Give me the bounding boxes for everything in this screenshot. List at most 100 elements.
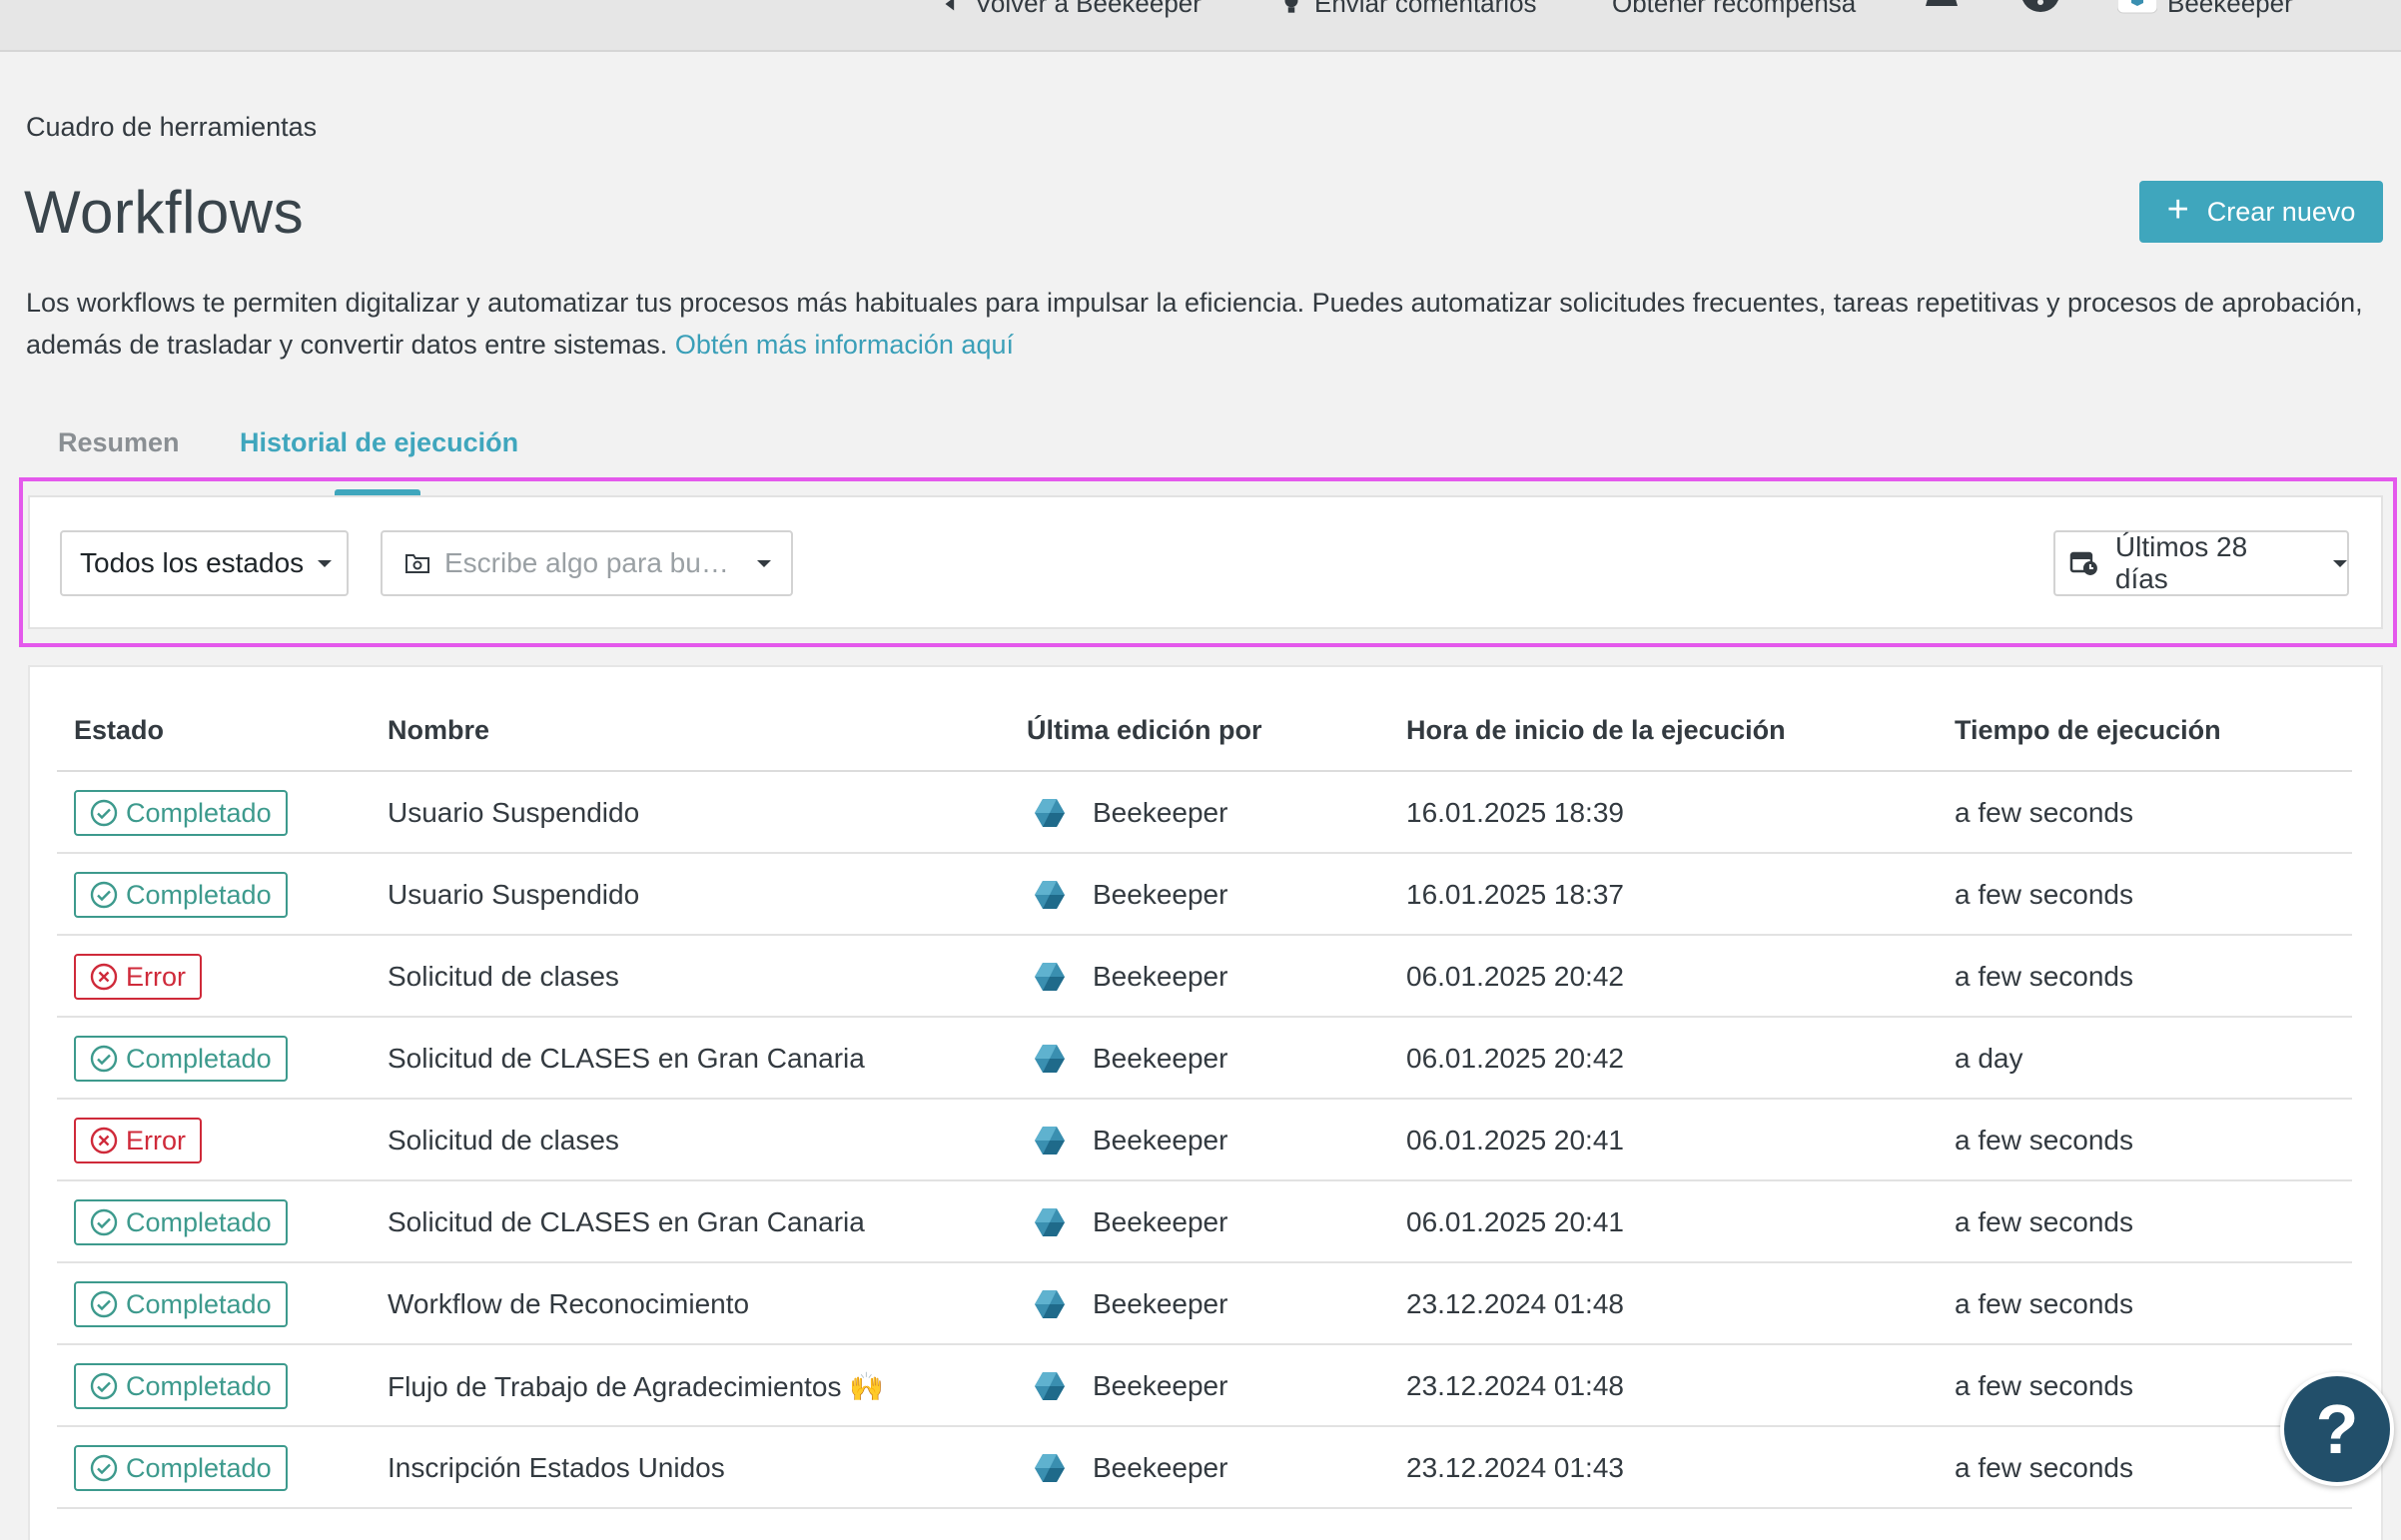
help-floating-button[interactable]: ? xyxy=(2280,1372,2394,1486)
editor-cell: Beekeeper xyxy=(1033,1427,1227,1509)
workflow-name[interactable]: Usuario Suspendido xyxy=(388,772,639,854)
workflow-name[interactable]: Solicitud de CLASES en Gran Canaria xyxy=(388,1018,865,1100)
learn-more-link[interactable]: Obtén más información aquí xyxy=(675,330,1014,360)
get-reward-link[interactable]: Obtener recompensa xyxy=(1612,0,1856,19)
column-header-status[interactable]: Estado xyxy=(74,715,164,746)
status-filter-value: Todos los estados xyxy=(80,547,305,578)
date-range-dropdown[interactable]: Últimos 28 días xyxy=(2053,530,2349,596)
top-navigation-bar: Volver a Beekeeper Enviar comentarios Ob… xyxy=(0,0,2401,52)
editor-cell: Beekeeper xyxy=(1033,854,1227,936)
notifications-button[interactable] xyxy=(1924,0,1960,14)
beekeeper-logo-icon xyxy=(1035,1045,1065,1073)
table-row[interactable]: Error Solicitud de clases Beekeeper 06.01.2… xyxy=(57,936,2352,1018)
bell-icon xyxy=(1926,0,1958,6)
table-row[interactable]: Error Solicitud de clases Beekeeper 06.01.2… xyxy=(57,1100,2352,1181)
status-cell: Completado xyxy=(74,1263,288,1345)
beekeeper-logo-icon xyxy=(1035,799,1065,827)
column-header-name[interactable]: Nombre xyxy=(388,715,489,746)
table-row[interactable]: Completado Usuario Suspendido Beekeeper 16.… xyxy=(57,854,2352,936)
beekeeper-logo-icon xyxy=(1035,1454,1065,1482)
start-time: 06.01.2025 20:41 xyxy=(1406,1125,1624,1155)
caret-down-icon xyxy=(756,559,771,567)
feedback-link-label: Enviar comentarios xyxy=(1314,0,1537,18)
status-label: Error xyxy=(126,1125,186,1155)
workflow-name[interactable]: Flujo de Trabajo de Agradecimientos 🙌 xyxy=(388,1345,884,1427)
status-cell: Completado xyxy=(74,1181,288,1263)
beekeeper-logo-icon xyxy=(1035,1127,1065,1155)
workflow-name[interactable]: Solicitud de CLASES en Gran Canaria xyxy=(388,1181,865,1263)
check-circle-icon xyxy=(90,1290,118,1318)
workflow-name[interactable]: Solicitud de clases xyxy=(388,1100,619,1181)
check-circle-icon xyxy=(90,881,118,909)
tab-summary[interactable]: Resumen xyxy=(58,427,180,458)
execution-duration: a few seconds xyxy=(1955,1288,2133,1319)
back-arrow-icon xyxy=(945,0,955,13)
x-circle-icon xyxy=(90,1127,118,1155)
start-time: 16.01.2025 18:39 xyxy=(1406,797,1624,828)
status-label: Completado xyxy=(126,797,272,828)
account-name: Beekeeper xyxy=(2167,0,2293,18)
caret-down-icon xyxy=(2333,559,2347,567)
plus-icon: + xyxy=(2166,189,2189,231)
status-badge: Completado xyxy=(74,1036,288,1082)
beekeeper-logo-icon xyxy=(1035,881,1065,909)
editor-name: Beekeeper xyxy=(1093,1370,1228,1401)
calendar-clock-icon xyxy=(2069,551,2097,575)
status-label: Completado xyxy=(126,1288,272,1319)
status-cell: Completado xyxy=(74,1018,288,1100)
status-label: Completado xyxy=(126,1206,272,1237)
editor-cell: Beekeeper xyxy=(1033,772,1227,854)
editor-cell: Beekeeper xyxy=(1033,1181,1227,1263)
active-tab-indicator xyxy=(335,489,420,495)
help-menu-button[interactable] xyxy=(2021,0,2059,14)
beekeeper-logo-icon xyxy=(1035,963,1065,991)
status-badge: Error xyxy=(74,954,202,1000)
workflow-name[interactable]: Workflow de Reconocimiento xyxy=(388,1263,749,1345)
table-row[interactable]: Completado Solicitud de CLASES en Gran Ca… xyxy=(57,1018,2352,1100)
table-row[interactable]: Completado Inscripción Estados Unidos Beek… xyxy=(57,1427,2352,1509)
editor-name: Beekeeper xyxy=(1093,1125,1228,1155)
status-badge: Completado xyxy=(74,1445,288,1491)
table-row[interactable]: Completado Solicitud de CLASES en Gran Ca… xyxy=(57,1181,2352,1263)
folder-search-icon xyxy=(405,554,429,573)
table-row[interactable]: Completado Flujo de Trabajo de Agradecimi… xyxy=(57,1345,2352,1427)
send-feedback-link[interactable]: Enviar comentarios xyxy=(1278,0,1537,19)
workflow-search-dropdown[interactable]: Escribe algo para bu… xyxy=(381,530,793,596)
execution-duration: a few seconds xyxy=(1955,1206,2133,1237)
editor-cell: Beekeeper xyxy=(1033,1345,1227,1427)
workflow-name[interactable]: Usuario Suspendido xyxy=(388,854,639,936)
reward-link-label: Obtener recompensa xyxy=(1612,0,1857,18)
caret-down-icon xyxy=(318,559,333,567)
status-cell: Error xyxy=(74,936,202,1018)
editor-name: Beekeeper xyxy=(1093,879,1228,910)
tab-execution-history[interactable]: Historial de ejecución xyxy=(240,427,518,458)
beekeeper-logo-icon xyxy=(1035,1372,1065,1400)
status-cell: Completado xyxy=(74,1427,288,1509)
check-circle-icon xyxy=(90,1454,118,1482)
account-menu[interactable]: Beekeeper xyxy=(2117,0,2293,19)
status-label: Completado xyxy=(126,1043,272,1074)
breadcrumb: Cuadro de herramientas xyxy=(26,112,318,142)
execution-duration: a few seconds xyxy=(1955,961,2133,992)
status-label: Completado xyxy=(126,1370,272,1401)
status-filter-dropdown[interactable]: Todos los estados xyxy=(60,530,349,596)
column-header-last-edited-by[interactable]: Última edición por xyxy=(1027,715,1262,746)
status-cell: Completado xyxy=(74,1345,288,1427)
column-header-start-time[interactable]: Hora de inicio de la ejecución xyxy=(1406,715,1786,746)
column-header-duration[interactable]: Tiempo de ejecución xyxy=(1955,715,2221,746)
check-circle-icon xyxy=(90,1045,118,1073)
execution-duration: a few seconds xyxy=(1955,1452,2133,1483)
execution-duration: a few seconds xyxy=(1955,1370,2133,1401)
check-circle-icon xyxy=(90,1372,118,1400)
back-to-beekeeper-link[interactable]: Volver a Beekeeper xyxy=(939,0,1201,19)
workflow-name[interactable]: Inscripción Estados Unidos xyxy=(388,1427,725,1509)
table-row[interactable]: Completado Usuario Suspendido Beekeeper 16.… xyxy=(57,772,2352,854)
status-badge: Completado xyxy=(74,1199,288,1245)
create-new-button[interactable]: + Crear nuevo xyxy=(2139,181,2383,243)
execution-duration: a few seconds xyxy=(1955,879,2133,910)
back-link-label: Volver a Beekeeper xyxy=(975,0,1201,18)
workflow-name[interactable]: Solicitud de clases xyxy=(388,936,619,1018)
check-circle-icon xyxy=(90,1208,118,1236)
table-row[interactable]: Completado Workflow de Reconocimiento Beek… xyxy=(57,1263,2352,1345)
editor-name: Beekeeper xyxy=(1093,1288,1228,1319)
